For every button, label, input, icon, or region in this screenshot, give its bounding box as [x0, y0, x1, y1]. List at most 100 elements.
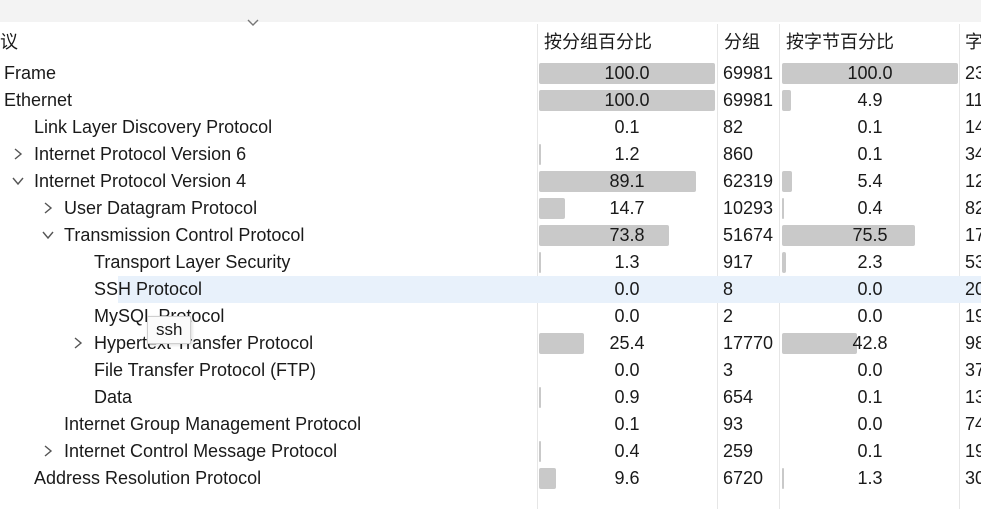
packets-value: 654 — [723, 387, 754, 407]
percent-bytes-value: 0.0 — [857, 306, 883, 326]
protocol-name: Internet Protocol Version 6 — [34, 144, 247, 164]
percent-packets-value: 0.0 — [614, 360, 640, 380]
protocol-name: Internet Control Message Protocol — [64, 441, 338, 461]
protocol-name: Address Resolution Protocol — [34, 468, 262, 488]
tree-row[interactable]: Internet Group Management Protocol 0.1 93 0… — [0, 411, 981, 438]
protocol-name: Hypertext Transfer Protocol — [94, 333, 314, 353]
column-header-protocol[interactable]: 议 — [0, 26, 530, 58]
packets-value: 51674 — [723, 225, 774, 245]
protocol-name: User Datagram Protocol — [64, 198, 258, 218]
tree-row[interactable]: Internet Protocol Version 4 89.1 62319 5.4 1… — [0, 168, 981, 195]
protocol-name: File Transfer Protocol (FTP) — [94, 360, 317, 380]
column-header-percent-bytes[interactable]: 按字节百分比 — [786, 26, 956, 58]
packets-value: 69981 — [723, 90, 774, 110]
tree-row[interactable]: SSH Protocol 0.0 8 0.0 20 — [0, 276, 981, 303]
tooltip: ssh — [147, 316, 192, 344]
bytes-value: 30 — [965, 468, 981, 488]
packets-value: 17770 — [723, 333, 774, 353]
bytes-value: 14 — [965, 117, 981, 137]
chevron-right-icon[interactable] — [12, 148, 24, 160]
tree-row[interactable]: Data 0.9 654 0.1 13 — [0, 384, 981, 411]
protocol-name: Ethernet — [4, 90, 73, 110]
column-header-percent-packets[interactable]: 按分组百分比 — [544, 26, 714, 58]
percent-bytes-value: 0.1 — [857, 387, 883, 407]
tree-row[interactable]: User Datagram Protocol 14.7 10293 0.4 82 — [0, 195, 981, 222]
chevron-right-icon[interactable] — [72, 337, 84, 349]
percent-bytes-value: 0.1 — [857, 144, 883, 164]
percent-bytes-value: 0.4 — [857, 198, 883, 218]
tree-row[interactable]: File Transfer Protocol (FTP) 0.0 3 0.0 37 — [0, 357, 981, 384]
column-header-bytes[interactable]: 字 — [965, 26, 981, 58]
percent-packets-value: 0.0 — [614, 279, 640, 299]
percent-packets-value: 89.1 — [609, 171, 645, 191]
tree-row[interactable]: Transport Layer Security 1.3 917 2.3 53 — [0, 249, 981, 276]
chevron-down-icon[interactable] — [12, 175, 24, 187]
tree-row[interactable]: Transmission Control Protocol 73.8 51674 75… — [0, 222, 981, 249]
percent-packets-value: 100.0 — [604, 90, 650, 110]
bytes-value: 17 — [965, 225, 981, 245]
percent-packets-value: 25.4 — [609, 333, 645, 353]
column-header-packets[interactable]: 分组 — [724, 26, 774, 58]
percent-bytes-value: 1.3 — [857, 468, 883, 488]
tree-row[interactable]: Frame 100.0 69981 100.0 23 — [0, 60, 981, 87]
bytes-value: 11 — [965, 90, 981, 110]
packets-value: 62319 — [723, 171, 774, 191]
bytes-value: 19 — [965, 441, 981, 461]
packets-value: 93 — [723, 414, 744, 434]
packets-value: 8 — [723, 279, 734, 299]
bytes-value: 19 — [965, 306, 981, 326]
percent-bytes-value: 0.1 — [857, 441, 883, 461]
chevron-right-icon[interactable] — [42, 445, 54, 457]
protocol-name: Transport Layer Security — [94, 252, 291, 272]
percent-packets-value: 1.2 — [614, 144, 640, 164]
percent-packets-value: 1.3 — [614, 252, 640, 272]
column-header-row: 议 按分组百分比 分组 按字节百分比 字 — [0, 26, 981, 58]
tree-row[interactable]: Link Layer Discovery Protocol 0.1 82 0.1 14 — [0, 114, 981, 141]
percent-bytes-value: 0.0 — [857, 414, 883, 434]
tree-row[interactable]: Internet Control Message Protocol 0.4 259 0… — [0, 438, 981, 465]
percent-bytes-value: 5.4 — [857, 171, 883, 191]
bytes-value: 20 — [965, 279, 981, 299]
packets-value: 69981 — [723, 63, 774, 83]
protocol-name: Link Layer Discovery Protocol — [34, 117, 273, 137]
percent-packets-value: 0.4 — [614, 441, 640, 461]
chevron-down-icon[interactable] — [42, 229, 54, 241]
tree-row[interactable]: Internet Protocol Version 6 1.2 860 0.1 34 — [0, 141, 981, 168]
percent-packets-value: 0.0 — [614, 306, 640, 326]
bytes-value: 98 — [965, 333, 981, 353]
percent-bytes-value: 42.8 — [852, 333, 888, 353]
percent-packets-value: 14.7 — [609, 198, 645, 218]
packets-value: 860 — [723, 144, 754, 164]
packets-value: 917 — [723, 252, 754, 272]
percent-bytes-value: 2.3 — [857, 252, 883, 272]
protocol-name: SSH Protocol — [94, 279, 203, 299]
percent-packets-value: 0.1 — [614, 117, 640, 137]
protocol-name: Data — [94, 387, 133, 407]
bytes-value: 74 — [965, 414, 981, 434]
percent-bytes-value: 75.5 — [852, 225, 888, 245]
packets-value: 82 — [723, 117, 744, 137]
bytes-value: 34 — [965, 144, 981, 164]
percent-packets-value: 73.8 — [609, 225, 645, 245]
percent-packets-value: 9.6 — [614, 468, 640, 488]
chevron-right-icon[interactable] — [42, 202, 54, 214]
tree-row[interactable]: Ethernet 100.0 69981 4.9 11 — [0, 87, 981, 114]
bytes-value: 13 — [965, 387, 981, 407]
protocol-name: Internet Group Management Protocol — [64, 414, 362, 434]
packets-value: 2 — [723, 306, 734, 326]
bytes-value: 37 — [965, 360, 981, 380]
packets-value: 6720 — [723, 468, 764, 488]
tree-row[interactable]: Address Resolution Protocol 9.6 6720 1.3 30 — [0, 465, 981, 492]
bytes-value: 23 — [965, 63, 981, 83]
bytes-value: 12 — [965, 171, 981, 191]
percent-bytes-value: 100.0 — [847, 63, 893, 83]
protocol-name: Internet Protocol Version 4 — [34, 171, 247, 191]
top-strip — [0, 0, 981, 22]
protocol-name: Transmission Control Protocol — [64, 225, 305, 245]
bytes-value: 82 — [965, 198, 981, 218]
packets-value: 10293 — [723, 198, 774, 218]
percent-packets-value: 0.9 — [614, 387, 640, 407]
protocol-name: Frame — [4, 63, 57, 83]
percent-packets-value: 100.0 — [604, 63, 650, 83]
packets-value: 3 — [723, 360, 734, 380]
